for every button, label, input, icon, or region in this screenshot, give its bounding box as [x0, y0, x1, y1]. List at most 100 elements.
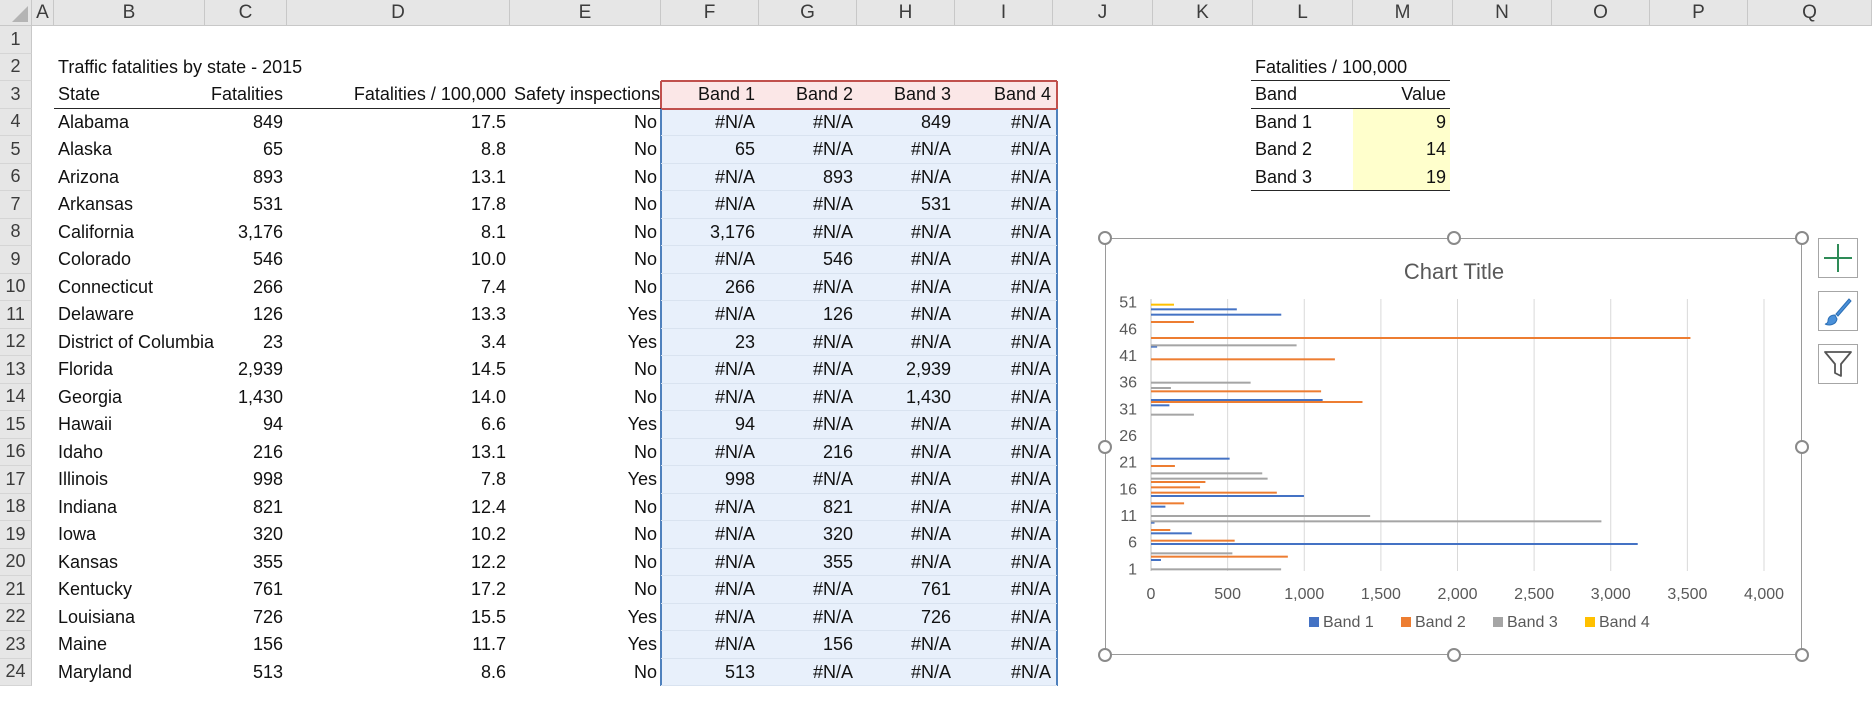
value-cell[interactable]: 320 — [759, 521, 857, 549]
state-cell[interactable]: Louisiana — [54, 604, 205, 632]
value-cell[interactable]: #N/A — [661, 384, 759, 412]
value-cell[interactable]: #N/A — [759, 329, 857, 357]
state-cell[interactable]: California — [54, 219, 205, 247]
value-cell[interactable]: 12.4 — [287, 494, 510, 522]
value-cell[interactable]: 94 — [205, 411, 287, 439]
value-cell[interactable]: #N/A — [955, 219, 1055, 247]
value-cell[interactable]: #N/A — [955, 136, 1055, 164]
value-cell[interactable]: No — [510, 191, 661, 219]
chart-resize-handle[interactable] — [1446, 231, 1461, 245]
column-header-a[interactable]: A — [32, 0, 54, 26]
chart-resize-handle[interactable] — [1098, 231, 1112, 245]
chart-resize-handle[interactable] — [1795, 648, 1809, 662]
value-cell[interactable]: 513 — [661, 659, 759, 687]
row-header-10[interactable]: 10 — [0, 273, 32, 301]
value-cell[interactable]: No — [510, 494, 661, 522]
value-cell[interactable]: #N/A — [955, 384, 1055, 412]
column-header-i[interactable]: I — [955, 0, 1053, 26]
value-cell[interactable]: 65 — [205, 136, 287, 164]
value-cell[interactable]: 531 — [205, 191, 287, 219]
value-cell[interactable]: #N/A — [857, 136, 955, 164]
value-cell[interactable]: 15.5 — [287, 604, 510, 632]
value-cell[interactable]: #N/A — [955, 164, 1055, 192]
value-cell[interactable]: No — [510, 439, 661, 467]
value-cell[interactable]: 17.2 — [287, 576, 510, 604]
row-header-24[interactable]: 24 — [0, 658, 32, 686]
value-cell[interactable]: 893 — [205, 164, 287, 192]
value-cell[interactable]: 998 — [661, 466, 759, 494]
row-header-23[interactable]: 23 — [0, 631, 32, 659]
value-cell[interactable]: No — [510, 136, 661, 164]
chart-filters-button[interactable] — [1818, 344, 1858, 384]
value-cell[interactable]: #N/A — [955, 659, 1055, 687]
value-cell[interactable]: No — [510, 549, 661, 577]
value-cell[interactable]: #N/A — [857, 659, 955, 687]
column-header-p[interactable]: P — [1650, 0, 1748, 26]
value-cell[interactable]: 726 — [205, 604, 287, 632]
select-all-triangle-icon[interactable] — [12, 6, 28, 22]
value-cell[interactable]: #N/A — [857, 219, 955, 247]
chart-object[interactable]: Chart Title 0 500 1,000 1,500 2,000 2,500 3,000… — [1105, 238, 1802, 655]
state-cell[interactable]: Arizona — [54, 164, 205, 192]
value-cell[interactable]: #N/A — [955, 411, 1055, 439]
value-cell[interactable]: #N/A — [857, 274, 955, 302]
value-cell[interactable]: #N/A — [955, 109, 1055, 137]
value-cell[interactable]: 10.2 — [287, 521, 510, 549]
value-cell[interactable]: 821 — [759, 494, 857, 522]
chart-elements-button[interactable] — [1818, 238, 1858, 278]
value-cell[interactable]: #N/A — [955, 274, 1055, 302]
value-cell[interactable]: 3,176 — [661, 219, 759, 247]
state-cell[interactable]: Hawaii — [54, 411, 205, 439]
column-header-l[interactable]: L — [1253, 0, 1353, 26]
state-cell[interactable]: Arkansas — [54, 191, 205, 219]
value-cell[interactable]: #N/A — [857, 631, 955, 659]
value-cell[interactable]: 761 — [857, 576, 955, 604]
value-cell[interactable]: 12.2 — [287, 549, 510, 577]
value-cell[interactable]: 849 — [205, 109, 287, 137]
value-cell[interactable]: #N/A — [759, 466, 857, 494]
value-cell[interactable]: No — [510, 109, 661, 137]
value-cell[interactable]: #N/A — [759, 274, 857, 302]
column-header-m[interactable]: M — [1353, 0, 1453, 26]
value-cell[interactable]: Yes — [510, 301, 661, 329]
row-header-19[interactable]: 19 — [0, 521, 32, 549]
row-header-17[interactable]: 17 — [0, 466, 32, 494]
value-cell[interactable]: 320 — [205, 521, 287, 549]
value-cell[interactable]: #N/A — [759, 191, 857, 219]
value-cell[interactable]: 14.0 — [287, 384, 510, 412]
value-cell[interactable]: #N/A — [857, 494, 955, 522]
value-cell[interactable]: #N/A — [857, 411, 955, 439]
value-cell[interactable]: 849 — [857, 109, 955, 137]
value-cell[interactable]: #N/A — [759, 219, 857, 247]
band-value-cell[interactable]: 9 — [1353, 109, 1450, 137]
value-cell[interactable]: #N/A — [857, 521, 955, 549]
value-cell[interactable]: #N/A — [661, 439, 759, 467]
value-cell[interactable]: #N/A — [759, 411, 857, 439]
row-header-12[interactable]: 12 — [0, 328, 32, 356]
column-header-g[interactable]: G — [759, 0, 857, 26]
chart-resize-handle[interactable] — [1098, 439, 1112, 454]
value-cell[interactable]: #N/A — [955, 604, 1055, 632]
value-cell[interactable]: #N/A — [857, 466, 955, 494]
value-cell[interactable]: 17.8 — [287, 191, 510, 219]
value-cell[interactable]: #N/A — [955, 521, 1055, 549]
band-name-cell[interactable]: Band 2 — [1251, 136, 1351, 164]
value-cell[interactable]: 8.6 — [287, 659, 510, 687]
value-cell[interactable]: #N/A — [955, 631, 1055, 659]
value-cell[interactable]: Yes — [510, 466, 661, 494]
value-cell[interactable]: 266 — [661, 274, 759, 302]
value-cell[interactable]: No — [510, 246, 661, 274]
value-cell[interactable]: 761 — [205, 576, 287, 604]
state-cell[interactable]: Idaho — [54, 439, 205, 467]
value-cell[interactable]: 3,176 — [205, 219, 287, 247]
row-header-13[interactable]: 13 — [0, 356, 32, 384]
value-cell[interactable]: 546 — [205, 246, 287, 274]
column-header-b[interactable]: B — [54, 0, 205, 26]
band-name-cell[interactable]: Band 3 — [1251, 164, 1351, 192]
row-header-14[interactable]: 14 — [0, 383, 32, 411]
value-cell[interactable]: #N/A — [661, 494, 759, 522]
row-header-11[interactable]: 11 — [0, 301, 32, 329]
row-header-21[interactable]: 21 — [0, 576, 32, 604]
value-cell[interactable]: 726 — [857, 604, 955, 632]
state-cell[interactable]: Delaware — [54, 301, 205, 329]
